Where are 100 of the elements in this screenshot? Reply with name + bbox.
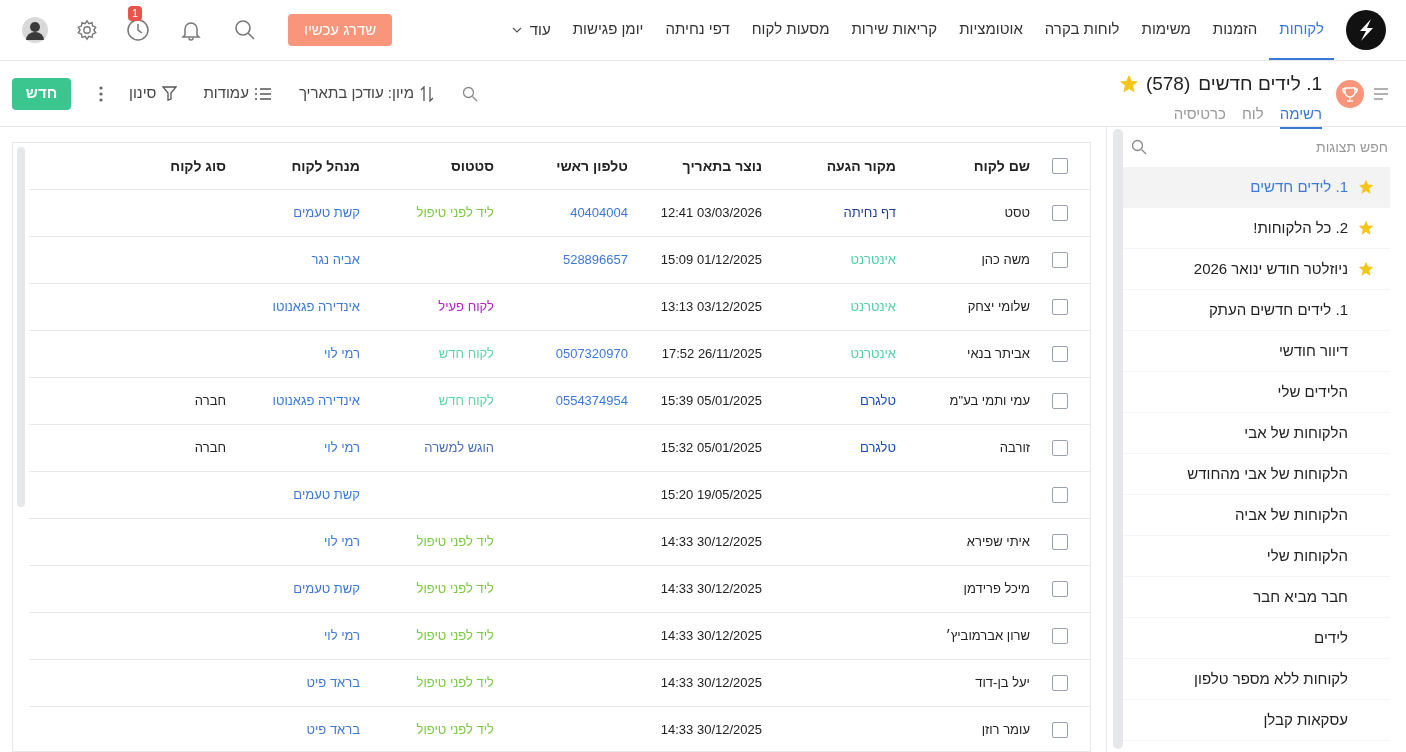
nav-tab[interactable]: לוחות בקרה — [1034, 0, 1130, 60]
table-cell: 15:20 19/05/2025 — [660, 487, 762, 503]
sort-icon — [420, 85, 435, 102]
nav-tab[interactable]: דפי נחיתה — [655, 0, 740, 60]
column-header[interactable]: סטטוס — [450, 157, 494, 174]
view-tab[interactable]: כרטיסיה — [1173, 102, 1226, 129]
search-field[interactable]: חפש תצוגות — [1147, 136, 1390, 158]
table-cell[interactable]: רמי לוי — [323, 440, 360, 456]
checkbox[interactable] — [1052, 487, 1068, 503]
table-cell[interactable]: 528896657 — [562, 252, 628, 268]
nav-tab[interactable]: אוטומציות — [949, 0, 1033, 60]
table-cell[interactable]: רמי לוי — [323, 628, 360, 644]
table-cell[interactable]: 0554374954 — [555, 393, 628, 409]
clock-icon[interactable] — [126, 18, 150, 42]
table-cell[interactable]: קשת טעמים — [293, 581, 360, 597]
star-icon[interactable] — [1358, 179, 1374, 195]
checkbox[interactable] — [1052, 158, 1068, 174]
table-cell[interactable]: 0507320970 — [555, 346, 628, 362]
table-cell: שלומי יצחק — [967, 299, 1030, 315]
column-header[interactable]: שם לקוח — [973, 157, 1030, 174]
table-cell[interactable]: בראד פיט — [306, 722, 360, 738]
star-icon[interactable] — [1358, 220, 1374, 236]
bell-icon[interactable] — [180, 19, 202, 41]
table-cell[interactable]: אביה נגר — [311, 252, 360, 268]
star-icon[interactable] — [1119, 75, 1138, 94]
menu-icon[interactable] — [1374, 87, 1388, 100]
checkbox[interactable] — [1052, 534, 1068, 550]
table-cell[interactable]: אינדירה פגאנוטו — [272, 393, 360, 409]
table-cell[interactable]: טלגרם — [860, 393, 896, 409]
logo-icon[interactable] — [1346, 10, 1386, 50]
search-icon — [1131, 139, 1147, 155]
column-header[interactable]: סוג לקוח — [170, 157, 226, 174]
nav-tab[interactable]: משימות — [1131, 0, 1201, 60]
table-cell: 14:33 30/12/2025 — [660, 581, 762, 597]
column-header[interactable]: מנהל לקוח — [291, 157, 360, 174]
table-cell: אביתר בנאי — [967, 346, 1030, 362]
nav-tab[interactable]: קריאות שירות — [841, 0, 948, 60]
checkbox[interactable] — [1052, 628, 1068, 644]
nav-tab[interactable]: יומן פגישות — [562, 0, 654, 60]
checkbox[interactable] — [1052, 346, 1068, 362]
search-icon[interactable] — [234, 19, 256, 41]
more-icon[interactable] — [99, 85, 103, 102]
checkbox[interactable] — [1052, 722, 1068, 738]
table-cell: עומר רוזן — [981, 722, 1030, 738]
checkbox[interactable] — [1052, 440, 1068, 456]
settings-icon[interactable] — [76, 19, 98, 41]
scrollbar[interactable] — [1113, 129, 1123, 749]
table-cell: 14:33 30/12/2025 — [660, 675, 762, 691]
table-cell: עמי ותמי בע"מ — [949, 393, 1030, 409]
nav-tab[interactable]: הזמנות — [1202, 0, 1268, 60]
sort-button[interactable]: מיון: עודכן בתאריך — [298, 82, 435, 105]
checkbox[interactable] — [1052, 581, 1068, 597]
checkbox[interactable] — [1052, 393, 1068, 409]
scrollbar[interactable] — [17, 147, 25, 507]
table-cell: חברה — [194, 393, 226, 409]
table-cell: משה כהן — [981, 252, 1030, 268]
table-cell: זורבה — [999, 440, 1030, 456]
checkbox[interactable] — [1052, 299, 1068, 315]
nav-tab[interactable]: לקוחות — [1269, 0, 1334, 60]
table-cell[interactable]: קשת טעמים — [293, 487, 360, 503]
columns-button[interactable]: עמודות — [203, 82, 271, 105]
table-cell[interactable]: לקוח פעיל — [438, 299, 494, 315]
table-cell: חברה — [194, 440, 226, 456]
search-icon[interactable] — [462, 85, 479, 102]
column-header[interactable]: טלפון ראשי — [556, 157, 628, 174]
table-cell: 12:41 03/03/2026 — [660, 205, 762, 221]
star-icon[interactable] — [1358, 261, 1374, 277]
avatar[interactable] — [22, 17, 48, 43]
table-cell: 13:13 03/12/2025 — [660, 299, 762, 315]
trophy-icon[interactable] — [1336, 79, 1364, 108]
table-cell[interactable]: טלגרם — [860, 440, 896, 456]
table-cell: יעל בן-דוד — [975, 675, 1030, 691]
more-menu[interactable]: עוד — [501, 0, 561, 60]
table-cell: 17:52 26/11/2025 — [661, 346, 762, 362]
sidebar-item[interactable]: 1. לידים חדשים — [1123, 167, 1390, 208]
table-cell[interactable]: רמי לוי — [323, 346, 360, 362]
view-tab[interactable]: רשימה — [1279, 102, 1322, 129]
table-cell[interactable]: רמי לוי — [323, 534, 360, 550]
view-tab[interactable]: לוח — [1241, 102, 1264, 129]
checkbox[interactable] — [1052, 205, 1068, 221]
table-cell[interactable]: 40404004 — [570, 205, 628, 221]
table-cell: 15:32 05/01/2025 — [660, 440, 762, 456]
table-cell[interactable]: בראד פיט — [306, 675, 360, 691]
table-cell[interactable]: דף נחיתה — [843, 205, 896, 221]
checkbox[interactable] — [1052, 675, 1068, 691]
column-header[interactable]: מקור הגעה — [826, 157, 896, 174]
table-cell[interactable]: אינדירה פגאנוטו — [272, 299, 360, 315]
table-cell[interactable]: קשת טעמים — [293, 205, 360, 221]
notification-badge: 1 — [127, 6, 142, 21]
table-cell: 14:33 30/12/2025 — [660, 722, 762, 738]
filter-icon — [162, 86, 178, 101]
column-header[interactable]: נוצר בתאריך — [682, 157, 762, 174]
checkbox[interactable] — [1052, 252, 1068, 268]
table-cell[interactable]: הוגש למשרה — [424, 440, 494, 456]
filter-button[interactable]: סינון — [129, 82, 178, 105]
table-cell: 15:09 01/12/2025 — [660, 252, 762, 268]
table-cell: טסט — [1004, 205, 1030, 221]
table-cell: 14:33 30/12/2025 — [660, 628, 762, 644]
view-count: (578) — [1145, 72, 1191, 96]
nav-tab[interactable]: מסעות לקוח — [741, 0, 840, 60]
